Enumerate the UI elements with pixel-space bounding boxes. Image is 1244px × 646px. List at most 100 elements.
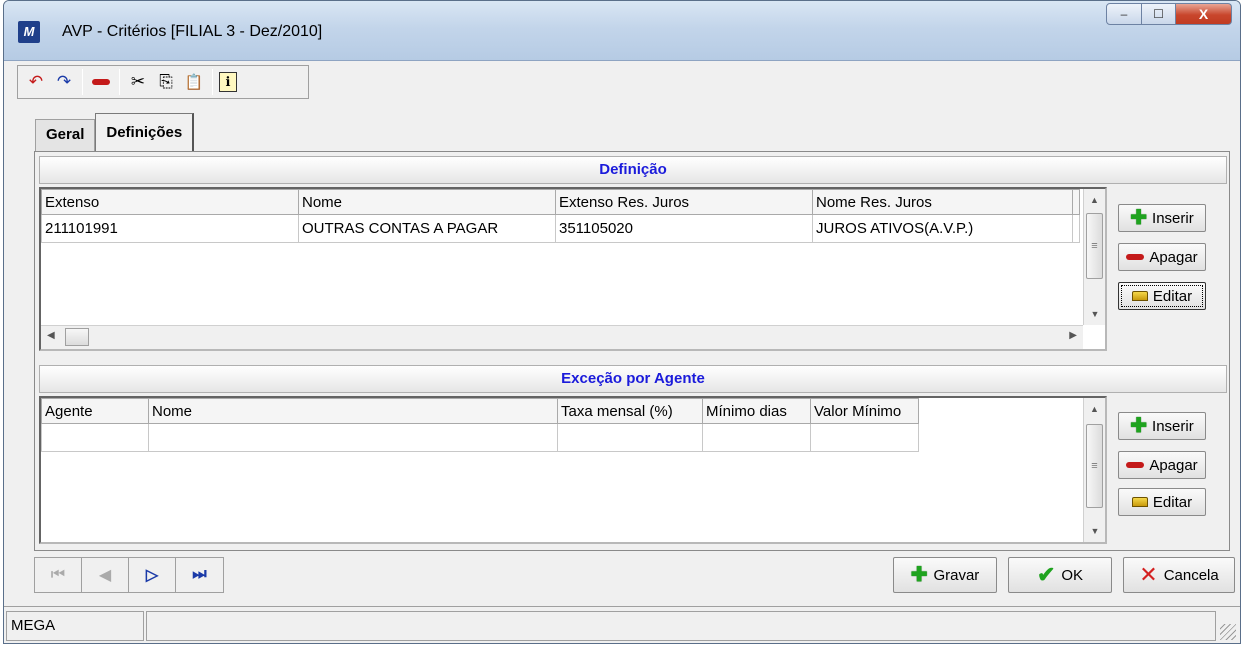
column-header[interactable]: Extenso Res. Juros [555, 189, 813, 215]
definicao-table: Extenso Nome Extenso Res. Juros Nome Res… [41, 189, 1080, 243]
save-button[interactable]: ✚ Gravar [893, 557, 997, 593]
definicao-insert-button[interactable]: ✚ Inserir [1118, 204, 1206, 232]
excecao-grid: Agente Nome Taxa mensal (%) Mínimo dias … [39, 396, 1107, 544]
last-record-button[interactable]: ⏭ [176, 558, 223, 592]
window-title: AVP - Critérios [FILIAL 3 - Dez/2010] [62, 23, 323, 40]
status-bar: MEGA [4, 606, 1240, 643]
cell[interactable] [702, 423, 811, 452]
resize-grip-icon[interactable] [1220, 624, 1236, 640]
scroll-right-icon[interactable]: ▶ [1069, 330, 1077, 341]
column-header[interactable]: Valor Mínimo [810, 398, 919, 424]
minimize-button[interactable]: ‒ [1106, 3, 1142, 25]
undo-icon[interactable]: ↶ [24, 69, 48, 95]
button-label: Editar [1152, 493, 1193, 511]
button-label: Apagar [1149, 248, 1198, 266]
column-header[interactable]: Nome [298, 189, 556, 215]
tab-label: Geral [46, 126, 85, 143]
ok-button[interactable]: ✔ OK [1008, 557, 1112, 593]
cancel-button[interactable]: ✕ Cancela [1123, 557, 1235, 593]
excecao-delete-button[interactable]: Apagar [1118, 451, 1206, 479]
definicao-grid: Extenso Nome Extenso Res. Juros Nome Res… [39, 187, 1107, 351]
excecao-header: Exceção por Agente [39, 365, 1227, 393]
record-navigator: ⏮ ◀ ▷ ⏭ [34, 557, 224, 593]
cell[interactable]: 211101991 [41, 214, 299, 243]
edit-icon [1131, 497, 1148, 507]
excecao-edit-button[interactable]: Editar [1118, 488, 1206, 516]
excecao-insert-button[interactable]: ✚ Inserir [1118, 412, 1206, 440]
scroll-thumb[interactable]: ≡ [1086, 424, 1103, 508]
button-label: Gravar [933, 566, 980, 584]
table-header-row: Extenso Nome Extenso Res. Juros Nome Res… [41, 189, 1080, 215]
excecao-table: Agente Nome Taxa mensal (%) Mínimo dias … [41, 398, 919, 452]
definicao-edit-button[interactable]: Editar [1118, 282, 1206, 310]
column-header[interactable]: Extenso [41, 189, 299, 215]
info-icon[interactable]: ℹ [219, 72, 237, 92]
scroll-up-icon[interactable]: ▲ [1084, 398, 1105, 420]
table-row[interactable] [41, 423, 919, 452]
scroll-up-icon[interactable]: ▲ [1084, 189, 1105, 211]
redo-icon[interactable]: ↷ [52, 69, 76, 95]
button-label: Inserir [1152, 417, 1194, 435]
delete-icon[interactable] [89, 69, 113, 95]
close-button[interactable]: X [1176, 3, 1232, 25]
cut-icon[interactable]: ✂ [126, 69, 150, 95]
tab-definicoes[interactable]: Definições [95, 113, 195, 151]
first-record-button[interactable]: ⏮ [35, 558, 82, 592]
tab-label: Definições [106, 124, 183, 141]
button-label: Apagar [1149, 456, 1198, 474]
column-header[interactable]: Taxa mensal (%) [557, 398, 703, 424]
cell[interactable] [810, 423, 919, 452]
button-label: Editar [1152, 287, 1193, 305]
vertical-scrollbar[interactable]: ▲ ≡ ▼ [1083, 398, 1105, 542]
status-company: MEGA [6, 611, 144, 641]
maximize-button[interactable]: ☐ [1142, 3, 1176, 25]
toolbar-separator [82, 69, 83, 95]
column-header[interactable]: Nome [148, 398, 558, 424]
column-header[interactable]: Mínimo dias [702, 398, 811, 424]
tab-content: Definição Extenso Nome Extenso Res. Juro… [34, 151, 1230, 551]
previous-record-button[interactable]: ◀ [82, 558, 129, 592]
cell[interactable] [1072, 214, 1080, 243]
button-label: OK [1061, 566, 1084, 584]
table-row[interactable]: 211101991 OUTRAS CONTAS A PAGAR 35110502… [41, 214, 1080, 243]
definicao-delete-button[interactable]: Apagar [1118, 243, 1206, 271]
title-bar[interactable]: M AVP - Critérios [FILIAL 3 - Dez/2010] … [4, 1, 1240, 61]
window-controls: ‒ ☐ X [1106, 3, 1232, 25]
button-label: Inserir [1152, 209, 1194, 227]
toolbar-separator [119, 69, 120, 95]
cell[interactable] [557, 423, 703, 452]
scroll-down-icon[interactable]: ▼ [1084, 520, 1105, 542]
plus-icon: ✚ [1130, 415, 1148, 437]
scroll-thumb[interactable]: ≡ [1086, 213, 1103, 279]
column-header[interactable]: Agente [41, 398, 149, 424]
cell[interactable]: JUROS ATIVOS(A.V.P.) [812, 214, 1073, 243]
checkmark-icon: ✔ [1036, 562, 1056, 587]
cell[interactable] [148, 423, 558, 452]
next-record-button[interactable]: ▷ [129, 558, 176, 592]
toolbar: ↶ ↷ ✂ ⎘ 📋 ℹ [17, 65, 309, 99]
cell[interactable]: 351105020 [555, 214, 813, 243]
scroll-left-icon[interactable]: ◀ [47, 330, 55, 341]
paste-icon[interactable]: 📋 [182, 69, 206, 95]
horizontal-scrollbar[interactable]: ◀ ▶ [41, 325, 1083, 349]
vertical-scrollbar[interactable]: ▲ ≡ ▼ [1083, 189, 1105, 325]
column-header[interactable]: Nome Res. Juros [812, 189, 1073, 215]
app-logo: M [18, 21, 40, 43]
table-header-row: Agente Nome Taxa mensal (%) Mínimo dias … [41, 398, 919, 424]
definicao-header: Definição [39, 156, 1227, 184]
plus-icon: ✚ [910, 564, 928, 586]
tab-geral[interactable]: Geral [35, 119, 96, 151]
plus-icon: ✚ [1130, 207, 1148, 229]
cell[interactable] [41, 423, 149, 452]
edit-icon [1131, 291, 1148, 301]
copy-icon[interactable]: ⎘ [154, 69, 178, 95]
scroll-down-icon[interactable]: ▼ [1084, 303, 1105, 325]
minus-icon [92, 79, 110, 85]
toolbar-separator [212, 69, 213, 95]
minus-icon [1126, 462, 1145, 468]
scroll-thumb[interactable] [65, 328, 89, 346]
status-message [146, 611, 1216, 641]
cell[interactable]: OUTRAS CONTAS A PAGAR [298, 214, 556, 243]
minus-icon [1126, 254, 1145, 260]
cross-icon: ✕ [1139, 562, 1158, 587]
